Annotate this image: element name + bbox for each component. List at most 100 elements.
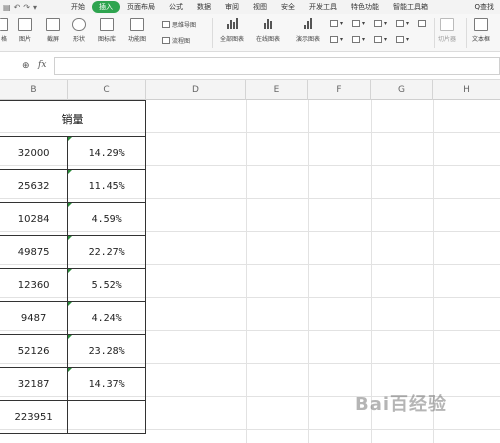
flowchart-button[interactable]: 流程图 bbox=[162, 36, 190, 45]
ribbon-divider bbox=[466, 18, 467, 48]
more-charts-dropdown[interactable] bbox=[418, 20, 426, 27]
error-indicator bbox=[68, 335, 73, 339]
table-row: 12360 5.52% bbox=[0, 268, 146, 302]
sales-header-cell[interactable]: 销量 bbox=[0, 100, 146, 137]
column-header-d[interactable]: D bbox=[146, 80, 246, 100]
mind-map-icon bbox=[162, 21, 170, 28]
area-chart-icon bbox=[330, 36, 338, 43]
sales-value-cell[interactable]: 32000 bbox=[0, 136, 69, 170]
tab-home[interactable]: 开始 bbox=[64, 1, 92, 13]
percent-cell[interactable]: 22.27% bbox=[67, 235, 146, 269]
percent-cell[interactable]: 14.37% bbox=[67, 367, 146, 401]
dropdown-icon[interactable]: ▾ bbox=[33, 3, 37, 12]
tab-review[interactable]: 审阅 bbox=[218, 1, 246, 13]
table-button[interactable]: 格 bbox=[0, 18, 8, 43]
ribbon-insert: 格 图片 截屏 形状 图标库 功能图 思维导图 流程图 全部图表 在线图表 演示… bbox=[0, 14, 500, 52]
percent-cell[interactable]: 4.59% bbox=[67, 202, 146, 236]
picture-button[interactable]: 图片 bbox=[18, 18, 32, 43]
tab-smart-toolbox[interactable]: 智能工具箱 bbox=[386, 1, 435, 13]
function-chart-button[interactable]: 功能图 bbox=[128, 18, 146, 43]
slicer-button[interactable]: 切片器 bbox=[438, 18, 456, 43]
screenshot-button[interactable]: 截屏 bbox=[46, 18, 60, 43]
percent-text: 14.37% bbox=[88, 378, 125, 390]
percent-text: 5.52% bbox=[91, 279, 122, 291]
sales-value-cell[interactable]: 9487 bbox=[0, 301, 69, 335]
column-header-c[interactable]: C bbox=[68, 80, 146, 100]
percent-text: 4.59% bbox=[91, 213, 122, 225]
demo-charts-button[interactable]: 演示图表 bbox=[296, 18, 320, 43]
formula-input[interactable] bbox=[54, 57, 500, 75]
combo-chart-dropdown[interactable]: ▾ bbox=[396, 36, 409, 43]
line-chart-dropdown[interactable]: ▾ bbox=[374, 20, 387, 27]
percent-text: 14.29% bbox=[88, 147, 125, 159]
sales-value-cell[interactable]: 25632 bbox=[0, 169, 69, 203]
sales-total-cell[interactable]: 223951 bbox=[0, 400, 69, 434]
tab-security[interactable]: 安全 bbox=[274, 1, 302, 13]
empty-cell[interactable] bbox=[67, 400, 146, 434]
sales-value-cell[interactable]: 52126 bbox=[0, 334, 69, 368]
column-header-e[interactable]: E bbox=[246, 80, 308, 100]
scatter-chart-icon bbox=[418, 20, 426, 27]
sales-value-cell[interactable]: 49875 bbox=[0, 235, 69, 269]
error-indicator bbox=[68, 302, 73, 306]
area-chart-dropdown[interactable]: ▾ bbox=[330, 36, 343, 43]
error-indicator bbox=[68, 269, 73, 273]
percent-text: 22.27% bbox=[88, 246, 125, 258]
fx-label[interactable]: fx bbox=[38, 60, 46, 70]
sales-value-cell[interactable]: 10284 bbox=[0, 202, 69, 236]
all-charts-button[interactable]: 全部图表 bbox=[220, 18, 244, 43]
shapes-icon bbox=[72, 18, 86, 31]
search-button[interactable]: Q查找 bbox=[474, 2, 500, 12]
undo-icon[interactable]: ↶ bbox=[14, 3, 21, 12]
tab-view[interactable]: 视图 bbox=[246, 1, 274, 13]
redo-icon[interactable]: ↷ bbox=[23, 3, 30, 12]
file-icon[interactable]: ▤ bbox=[3, 3, 11, 12]
error-indicator bbox=[68, 236, 73, 240]
tab-special-features[interactable]: 特色功能 bbox=[344, 1, 386, 13]
percent-cell[interactable]: 11.45% bbox=[67, 169, 146, 203]
error-indicator bbox=[68, 203, 73, 207]
percent-cell[interactable]: 23.28% bbox=[67, 334, 146, 368]
column-chart-icon bbox=[330, 20, 338, 27]
online-charts-button[interactable]: 在线图表 bbox=[256, 18, 280, 43]
online-chart-icon bbox=[264, 18, 272, 29]
ribbon-divider bbox=[434, 18, 435, 48]
column-header-f[interactable]: F bbox=[308, 80, 371, 100]
pie-chart-dropdown[interactable]: ▾ bbox=[396, 20, 409, 27]
menu-bar: ▤ ↶ ↷ ▾ 开始 插入 页面布局 公式 数据 审阅 视图 安全 开发工具 特… bbox=[0, 0, 500, 14]
percent-cell[interactable]: 5.52% bbox=[67, 268, 146, 302]
error-indicator bbox=[68, 170, 73, 174]
scissors-icon bbox=[46, 18, 60, 31]
percent-text: 4.24% bbox=[91, 312, 122, 324]
error-indicator bbox=[68, 368, 73, 372]
tab-data[interactable]: 数据 bbox=[190, 1, 218, 13]
tab-formulas[interactable]: 公式 bbox=[162, 1, 190, 13]
tab-insert[interactable]: 插入 bbox=[92, 1, 120, 13]
radar-chart-dropdown[interactable]: ▾ bbox=[374, 36, 387, 43]
sales-value-cell[interactable]: 32187 bbox=[0, 367, 69, 401]
zoom-icon[interactable]: ⊕ bbox=[22, 61, 30, 71]
column-header-g[interactable]: G bbox=[371, 80, 433, 100]
grid-line bbox=[246, 100, 247, 443]
bar-chart-icon bbox=[226, 18, 238, 29]
icon-library-button[interactable]: 图标库 bbox=[98, 18, 116, 43]
percent-cell[interactable]: 14.29% bbox=[67, 136, 146, 170]
shapes-button[interactable]: 形状 bbox=[72, 18, 86, 43]
column-header-h[interactable]: H bbox=[433, 80, 500, 100]
sales-value-cell[interactable]: 12360 bbox=[0, 268, 69, 302]
text-box-button[interactable]: 文本框 bbox=[472, 18, 490, 43]
tab-developer[interactable]: 开发工具 bbox=[302, 1, 344, 13]
text-box-icon bbox=[474, 18, 488, 31]
bar-chart-dropdown[interactable]: ▾ bbox=[352, 20, 365, 27]
slicer-icon bbox=[440, 18, 454, 31]
mind-map-button[interactable]: 思维导图 bbox=[162, 20, 196, 29]
line-chart-icon bbox=[374, 20, 382, 27]
column-chart-dropdown[interactable]: ▾ bbox=[330, 20, 343, 27]
column-header-b[interactable]: B bbox=[0, 80, 68, 100]
percent-cell[interactable]: 4.24% bbox=[67, 301, 146, 335]
icon-library-icon bbox=[100, 18, 114, 31]
ribbon-divider bbox=[212, 18, 213, 48]
tab-page-layout[interactable]: 页面布局 bbox=[120, 1, 162, 13]
radar-chart-icon bbox=[374, 36, 382, 43]
stock-chart-dropdown[interactable]: ▾ bbox=[352, 36, 365, 43]
